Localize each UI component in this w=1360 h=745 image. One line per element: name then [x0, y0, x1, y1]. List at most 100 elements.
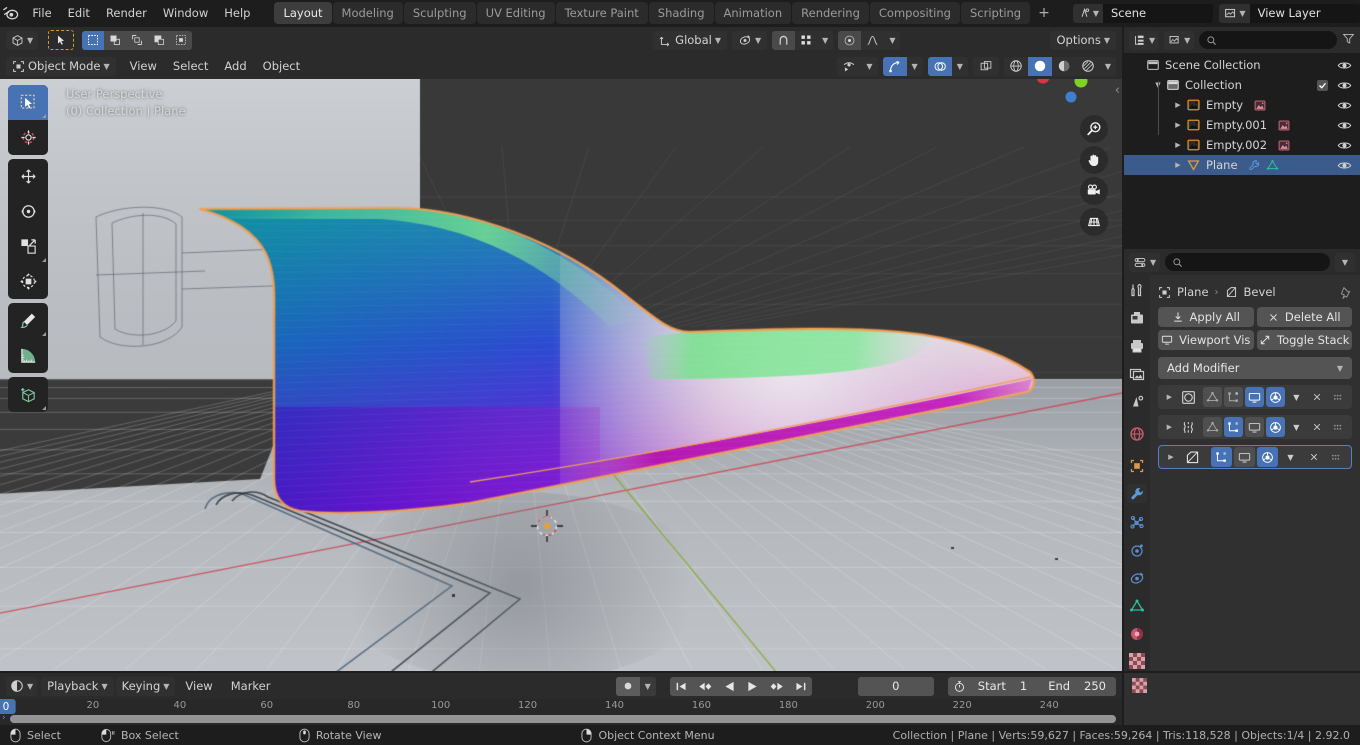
- texture-checker-icon[interactable]: [1129, 675, 1149, 695]
- visibility-eye-icon[interactable]: [1337, 139, 1352, 152]
- edit-mode-display-toggle[interactable]: [1223, 387, 1243, 407]
- view-layer-icon[interactable]: ▼: [1219, 3, 1250, 23]
- image-data-icon[interactable]: [1277, 119, 1291, 132]
- object-tab[interactable]: [1127, 457, 1147, 476]
- modifier-remove-button[interactable]: [1303, 447, 1324, 467]
- outliner-row-empty[interactable]: ▶ Empty: [1124, 95, 1360, 115]
- outliner-display-mode-icon[interactable]: ▼: [1129, 30, 1160, 50]
- modifier-extras-menu[interactable]: ▼: [1287, 387, 1306, 407]
- breadcrumb-object-name[interactable]: Plane: [1177, 285, 1209, 299]
- realtime-display-toggle[interactable]: [1234, 447, 1255, 467]
- workspace-tab-scripting[interactable]: Scripting: [960, 2, 1031, 24]
- constraints-tab[interactable]: [1127, 568, 1147, 587]
- snap-dropdown-caret[interactable]: ▼: [817, 31, 833, 50]
- outliner-row-scene collection[interactable]: Scene Collection: [1124, 55, 1360, 75]
- playhead[interactable]: 0: [0, 699, 16, 714]
- properties-search-input[interactable]: [1165, 253, 1330, 271]
- properties-options-dropdown[interactable]: ▼: [1334, 252, 1355, 272]
- timeline-menu-keying[interactable]: Keying ▼: [115, 676, 176, 696]
- workspace-tab-rendering[interactable]: Rendering: [792, 2, 869, 24]
- active-tool-button[interactable]: [48, 30, 75, 50]
- pin-icon[interactable]: [1339, 286, 1352, 299]
- view-layer-tab[interactable]: [1127, 365, 1147, 384]
- menu-item-file[interactable]: File: [24, 3, 59, 23]
- timeline-ruler[interactable]: 20 40 60 80 100 120 140 160 180 200 220 240 0: [0, 699, 1122, 716]
- visibility-dropdown-caret[interactable]: ▼: [861, 57, 877, 76]
- timeline-editor-icon[interactable]: ▼: [6, 676, 38, 696]
- timeline-editor[interactable]: ▼ Playback ▼ Keying ▼ View Marker ▼ 0 St…: [0, 673, 1122, 725]
- workspace-tab-animation[interactable]: Animation: [714, 2, 792, 24]
- chevron-right-icon[interactable]: ▶: [1162, 417, 1177, 437]
- select-invert-icon[interactable]: [148, 30, 171, 50]
- pan-hand-icon[interactable]: [1080, 146, 1108, 174]
- frame-start-value[interactable]: 1: [1013, 679, 1041, 693]
- texture-tab[interactable]: [1127, 652, 1147, 671]
- bevel-modifier[interactable]: ▶ ▼: [1158, 445, 1352, 469]
- modifier-tab[interactable]: [1127, 484, 1147, 504]
- add-modifier-dropdown[interactable]: Add Modifier ▼: [1158, 357, 1352, 379]
- outliner-editor[interactable]: ▼ ▼ Scene Collection▼Collection▶Empty▶Em…: [1124, 27, 1360, 247]
- workspace-tab-layout[interactable]: Layout: [274, 2, 332, 24]
- viewport-menu-select[interactable]: Select: [165, 56, 216, 76]
- visibility-eye-icon[interactable]: [1337, 99, 1352, 112]
- properties-editor[interactable]: ▼ ▼ Plane › Bevel Apply All Delete All V…: [1124, 249, 1360, 671]
- select-intersect-icon[interactable]: [170, 30, 193, 50]
- 3d-viewport[interactable]: ▼ Global ▼ ▼ ▼ ▼ Options ▼ Object Mode ▼…: [0, 27, 1122, 671]
- realtime-display-toggle[interactable]: [1244, 417, 1264, 437]
- xray-toggle-icon[interactable]: [972, 56, 999, 76]
- stopwatch-icon[interactable]: [948, 680, 971, 693]
- menu-item-render[interactable]: Render: [98, 3, 155, 23]
- select-set-icon[interactable]: [82, 30, 105, 50]
- viewport-menu-object[interactable]: Object: [255, 56, 308, 76]
- toggle-perspective-icon[interactable]: [1080, 208, 1108, 236]
- delete-all-button[interactable]: Delete All: [1256, 307, 1352, 327]
- menu-item-help[interactable]: Help: [216, 3, 258, 23]
- snapping-group[interactable]: ▼: [772, 30, 834, 50]
- edit-mode-display-toggle[interactable]: [1211, 447, 1232, 467]
- snap-increment-icon[interactable]: [795, 31, 817, 50]
- viewport-vis-button[interactable]: Viewport Vis: [1158, 330, 1254, 350]
- jump-to-prev-keyframe-icon[interactable]: [693, 677, 718, 696]
- workspace-tab-compositing[interactable]: Compositing: [869, 2, 960, 24]
- cursor-tool[interactable]: [8, 120, 48, 155]
- add-cube-tool[interactable]: [8, 377, 48, 412]
- tool-tab[interactable]: [1127, 281, 1147, 300]
- pivot-point-icon[interactable]: ▼: [732, 30, 768, 50]
- add-workspace-button[interactable]: +: [1031, 3, 1057, 23]
- object-mode-dropdown[interactable]: Object Mode ▼: [6, 56, 116, 76]
- disclosure-triangle-icon[interactable]: ▶: [1172, 101, 1184, 109]
- realtime-display-toggle[interactable]: [1244, 387, 1264, 407]
- edit-mode-display-toggle[interactable]: [1223, 417, 1243, 437]
- viewport-menu-view[interactable]: View: [122, 56, 165, 76]
- overlays-dropdown-caret[interactable]: ▼: [952, 57, 968, 76]
- play-icon[interactable]: [741, 677, 764, 696]
- rendered-shading-icon[interactable]: [1076, 57, 1100, 76]
- image-data-icon[interactable]: [1253, 99, 1267, 112]
- particles-tab[interactable]: [1127, 512, 1147, 531]
- on-cage-toggle[interactable]: [1202, 417, 1222, 437]
- filter-funnel-icon[interactable]: [1342, 32, 1355, 48]
- solid-shading-icon[interactable]: [1027, 56, 1052, 76]
- visibility-eye-icon[interactable]: [1337, 159, 1352, 172]
- view-layer-name-field[interactable]: View Layer: [1249, 3, 1360, 23]
- current-frame-field[interactable]: 0: [857, 676, 934, 696]
- drag-grip-icon[interactable]: [1326, 447, 1347, 467]
- object-visibility-group[interactable]: ▼: [837, 56, 878, 76]
- frame-range-group[interactable]: Start 1 End 250: [947, 676, 1116, 696]
- editor-type-3dview-icon[interactable]: ▼: [6, 30, 39, 50]
- modifier-remove-button[interactable]: [1308, 417, 1327, 437]
- outliner-row-collection[interactable]: ▼Collection: [1124, 75, 1360, 95]
- jump-to-start-icon[interactable]: [670, 677, 693, 696]
- properties-editor-icon[interactable]: ▼: [1129, 252, 1161, 272]
- measure-tool[interactable]: [8, 338, 48, 373]
- zoom-icon[interactable]: [1080, 115, 1108, 143]
- scene-tab[interactable]: [1127, 393, 1147, 412]
- snap-magnet-icon[interactable]: [772, 30, 796, 50]
- material-tab[interactable]: [1127, 624, 1147, 643]
- physics-tab[interactable]: [1127, 540, 1147, 559]
- gizmo-dropdown-caret[interactable]: ▼: [907, 57, 923, 76]
- outliner-search-input[interactable]: [1199, 31, 1337, 49]
- scene-selector[interactable]: ▼ Scene ✕: [1072, 3, 1214, 23]
- timeline-scrollbar[interactable]: [10, 715, 1116, 723]
- frame-end-value[interactable]: 250: [1077, 679, 1116, 693]
